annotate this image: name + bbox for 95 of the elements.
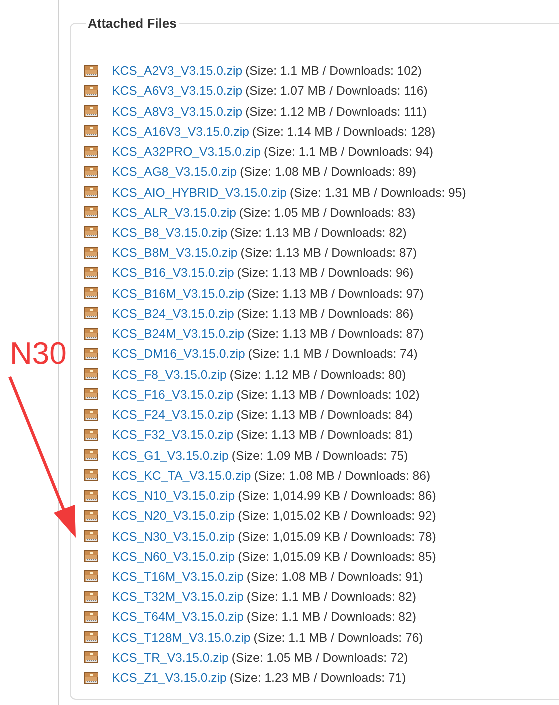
archive-icon	[84, 266, 99, 281]
file-link[interactable]: KCS_T128M_V3.15.0.zip	[112, 630, 251, 645]
archive-icon	[84, 124, 99, 140]
file-link[interactable]: KCS_A6V3_V3.15.0.zip	[112, 84, 243, 98]
file-link[interactable]: KCS_B8M_V3.15.0.zip	[112, 246, 238, 260]
file-link[interactable]: KCS_Z1_V3.15.0.zip	[112, 671, 227, 686]
file-link[interactable]: KCS_A32PRO_V3.15.0.zip	[112, 145, 262, 160]
file-link[interactable]: KCS_N10_V3.15.0.zip	[112, 489, 236, 504]
file-info: (Size: 1.13 MB / Downloads: 87)	[240, 246, 418, 260]
file-link[interactable]: KCS_B16_V3.15.0.zip	[112, 266, 234, 280]
archive-icon	[84, 549, 99, 564]
file-link[interactable]: KCS_AG8_V3.15.0.zip	[112, 165, 238, 180]
file-link[interactable]: KCS_A16V3_V3.15.0.zip	[112, 124, 250, 139]
file-link[interactable]: KCS_T32M_V3.15.0.zip	[112, 590, 244, 604]
file-info: (Size: 1.1 MB / Downloads: 76)	[254, 630, 424, 645]
archive-icon	[84, 610, 99, 625]
file-info: (Size: 1,014.99 KB / Downloads: 86)	[238, 489, 436, 504]
archive-icon	[84, 104, 99, 120]
file-link[interactable]: KCS_B16M_V3.15.0.zip	[112, 286, 245, 301]
archive-icon	[84, 468, 99, 484]
file-info: (Size: 1.13 MB / Downloads: 87)	[248, 327, 424, 342]
file-link[interactable]: KCS_B8_V3.15.0.zip	[112, 226, 228, 240]
archive-icon	[84, 346, 99, 362]
archive-icon	[84, 670, 99, 686]
file-link[interactable]: KCS_G1_V3.15.0.zip	[112, 448, 229, 463]
archive-icon	[84, 408, 99, 423]
file-info: (Size: 1.05 MB / Downloads: 83)	[239, 206, 416, 220]
file-info: (Size: 1.1 MB / Downloads: 82)	[246, 610, 416, 624]
archive-icon	[84, 488, 99, 504]
file-info: (Size: 1.1 MB / Downloads: 102)	[246, 64, 422, 78]
file-info: (Size: 1.13 MB / Downloads: 81)	[236, 428, 414, 442]
file-link[interactable]: KCS_T64M_V3.15.0.zip	[112, 610, 244, 624]
archive-icon	[84, 306, 99, 322]
file-link[interactable]: KCS_TR_V3.15.0.zip	[112, 650, 229, 665]
file-link[interactable]: KCS_F8_V3.15.0.zip	[112, 368, 227, 382]
file-info: (Size: 1.08 MB / Downloads: 91)	[246, 570, 424, 584]
archive-icon	[84, 590, 99, 605]
file-info: (Size: 1.13 MB / Downloads: 82)	[230, 226, 407, 240]
archive-icon	[84, 64, 99, 79]
archive-icon	[84, 84, 99, 99]
file-info: (Size: 1.13 MB / Downloads: 96)	[237, 266, 414, 280]
archive-icon	[84, 529, 99, 544]
archive-icon	[84, 225, 99, 240]
archive-icon	[84, 428, 99, 443]
file-info: (Size: 1.12 MB / Downloads: 80)	[230, 368, 406, 382]
file-info: (Size: 1.13 MB / Downloads: 97)	[248, 286, 424, 301]
file-link[interactable]: KCS_A2V3_V3.15.0.zip	[112, 64, 243, 78]
archive-icon	[84, 448, 99, 464]
file-info: (Size: 1.12 MB / Downloads: 111)	[246, 104, 427, 119]
file-info: (Size: 1.31 MB / Downloads: 95)	[290, 186, 466, 200]
file-info: (Size: 1.13 MB / Downloads: 102)	[236, 388, 420, 402]
file-link[interactable]: KCS_T16M_V3.15.0.zip	[112, 570, 244, 584]
file-link[interactable]: KCS_B24M_V3.15.0.zip	[112, 327, 245, 342]
file-link[interactable]: KCS_KC_TA_V3.15.0.zip	[112, 468, 252, 483]
file-link[interactable]: KCS_F16_V3.15.0.zip	[112, 388, 234, 402]
panel-title: Attached Files	[87, 16, 178, 31]
file-info: (Size: 1.09 MB / Downloads: 75)	[232, 448, 408, 463]
archive-icon	[84, 164, 99, 180]
file-info: (Size: 1.1 MB / Downloads: 82)	[246, 590, 416, 604]
file-info: (Size: 1,015.02 KB / Downloads: 92)	[238, 509, 436, 524]
file-link[interactable]: KCS_A8V3_V3.15.0.zip	[112, 104, 243, 119]
file-link[interactable]: KCS_N30_V3.15.0.zip	[112, 530, 236, 544]
file-info: (Size: 1.05 MB / Downloads: 72)	[232, 650, 408, 665]
archive-icon	[84, 144, 99, 160]
file-info: (Size: 1.08 MB / Downloads: 86)	[254, 468, 431, 483]
file-link[interactable]: KCS_F32_V3.15.0.zip	[112, 428, 234, 442]
file-info: (Size: 1,015.09 KB / Downloads: 85)	[238, 550, 436, 564]
annotation-label: N30	[10, 336, 67, 372]
file-link[interactable]: KCS_N20_V3.15.0.zip	[112, 509, 236, 524]
file-link[interactable]: KCS_F24_V3.15.0.zip	[112, 408, 234, 422]
archive-icon	[84, 205, 99, 220]
file-info: (Size: 1.23 MB / Downloads: 71)	[230, 671, 406, 686]
file-info: (Size: 1.1 MB / Downloads: 74)	[248, 347, 418, 362]
archive-icon	[84, 569, 99, 584]
file-link[interactable]: KCS_AIO_HYBRID_V3.15.0.zip	[112, 186, 287, 200]
file-link[interactable]: KCS_DM16_V3.15.0.zip	[112, 347, 246, 362]
archive-icon	[84, 326, 99, 342]
file-info: (Size: 1.07 MB / Downloads: 116)	[246, 84, 428, 98]
file-info: (Size: 1.13 MB / Downloads: 84)	[236, 408, 414, 422]
archive-icon	[84, 246, 99, 261]
file-info: (Size: 1.1 MB / Downloads: 94)	[264, 145, 434, 160]
archive-icon	[84, 650, 99, 666]
archive-icon	[84, 387, 99, 402]
archive-icon	[84, 630, 99, 646]
archive-icon	[84, 185, 99, 200]
file-link[interactable]: KCS_N60_V3.15.0.zip	[112, 550, 236, 564]
file-info: (Size: 1,015.09 KB / Downloads: 78)	[238, 530, 436, 544]
archive-icon	[84, 367, 99, 382]
file-info: (Size: 1.14 MB / Downloads: 128)	[252, 124, 436, 139]
archive-icon	[84, 508, 99, 524]
file-info: (Size: 1.13 MB / Downloads: 86)	[237, 306, 414, 321]
file-link[interactable]: KCS_ALR_V3.15.0.zip	[112, 206, 236, 220]
file-link[interactable]: KCS_B24_V3.15.0.zip	[112, 306, 234, 321]
archive-icon	[84, 286, 99, 302]
file-info: (Size: 1.08 MB / Downloads: 89)	[240, 165, 416, 180]
